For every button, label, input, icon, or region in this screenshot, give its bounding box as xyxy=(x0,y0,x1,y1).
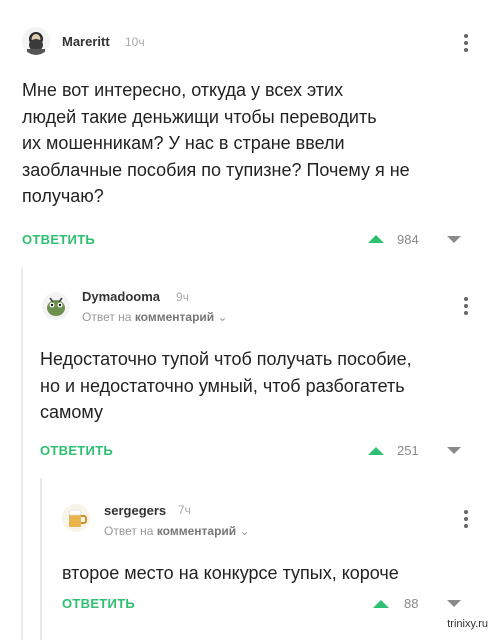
more-options-icon[interactable] xyxy=(463,297,469,315)
comment-time: 7ч xyxy=(178,503,191,517)
reply-to-label[interactable]: Ответ на комментарий ⌄ xyxy=(82,310,228,324)
comment-time: 9ч xyxy=(176,290,189,304)
comment-text-line: но и недостаточно умный, чтоб разбогатет… xyxy=(40,375,405,396)
downvote-icon[interactable] xyxy=(447,600,461,607)
downvote-icon[interactable] xyxy=(447,236,461,243)
reply-button[interactable]: ОТВЕТИТЬ xyxy=(62,596,135,611)
rating-count: 88 xyxy=(404,596,419,611)
reply-to-target: комментарий xyxy=(134,310,215,324)
green-creature-avatar-icon[interactable] xyxy=(42,292,70,320)
comment-text-line: Мне вот интересно, откуда у всех этих xyxy=(22,80,344,100)
comment-text-line: второе место на конкурсе тупых, короче xyxy=(62,563,399,583)
reply-to-label[interactable]: Ответ на комментарий ⌄ xyxy=(104,524,250,538)
reply-to-prefix: Ответ на xyxy=(82,310,132,324)
reply-button[interactable]: ОТВЕТИТЬ xyxy=(40,443,113,458)
thread-line xyxy=(40,478,42,640)
comment-text-line: людей такие деньжищи чтобы переводить xyxy=(22,106,377,127)
comment-time: 10ч xyxy=(125,35,145,49)
comment-text-line: заоблачные пособия по тупизне? Почему я … xyxy=(22,159,410,180)
comment-author[interactable]: Mareritt xyxy=(62,34,110,49)
more-options-icon[interactable] xyxy=(463,34,469,52)
watermark: trinixy.ru xyxy=(447,618,488,630)
comment-text: Мне вот интересно, откуда у всех этих лю… xyxy=(22,77,410,210)
rating-count: 251 xyxy=(397,443,419,458)
upvote-icon[interactable] xyxy=(368,447,384,455)
comment-text-line: самому xyxy=(40,402,103,422)
downvote-icon[interactable] xyxy=(447,447,461,454)
bearded-man-avatar-icon[interactable] xyxy=(22,27,50,55)
chevron-down-icon: ⌄ xyxy=(217,310,228,324)
thread-line xyxy=(21,268,23,640)
reply-to-prefix: Ответ на xyxy=(104,524,154,538)
chevron-down-icon: ⌄ xyxy=(239,524,250,538)
beer-mug-avatar-icon[interactable] xyxy=(62,504,90,532)
comment-text-line: их мошенникам? У нас в стране ввели xyxy=(22,133,345,153)
reply-to-target: комментарий xyxy=(156,524,237,538)
more-options-icon[interactable] xyxy=(463,510,469,528)
comment-text-line: Недостаточно тупой чтоб получать пособие… xyxy=(40,349,412,369)
comment-text: Недостаточно тупой чтоб получать пособие… xyxy=(40,346,412,426)
comment-author[interactable]: sergegers xyxy=(104,503,166,518)
upvote-icon[interactable] xyxy=(373,600,389,608)
comment-author[interactable]: Dymadooma xyxy=(82,289,160,304)
reply-button[interactable]: ОТВЕТИТЬ xyxy=(22,232,95,247)
upvote-icon[interactable] xyxy=(368,235,384,243)
rating-count: 984 xyxy=(397,232,419,247)
comment-text-line: получаю? xyxy=(22,186,104,206)
comment-text: второе место на конкурсе тупых, короче xyxy=(62,560,399,587)
